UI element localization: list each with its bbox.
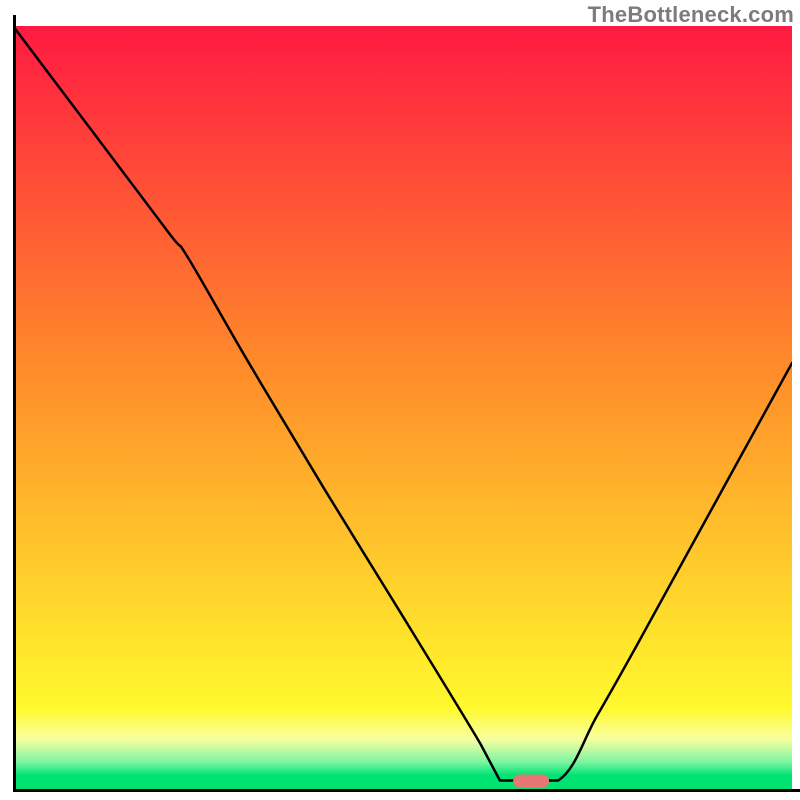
optimum-marker — [513, 774, 549, 787]
gradient-lightgreen — [13, 739, 792, 762]
gradient-paleyellow — [13, 708, 792, 739]
y-axis — [13, 15, 16, 792]
plot-area — [13, 26, 792, 792]
gradient-green — [13, 762, 792, 781]
chart-container: TheBottleneck.com — [0, 0, 800, 800]
watermark: TheBottleneck.com — [588, 2, 794, 28]
gradient-red-yellow — [13, 26, 792, 708]
x-axis — [13, 789, 800, 792]
